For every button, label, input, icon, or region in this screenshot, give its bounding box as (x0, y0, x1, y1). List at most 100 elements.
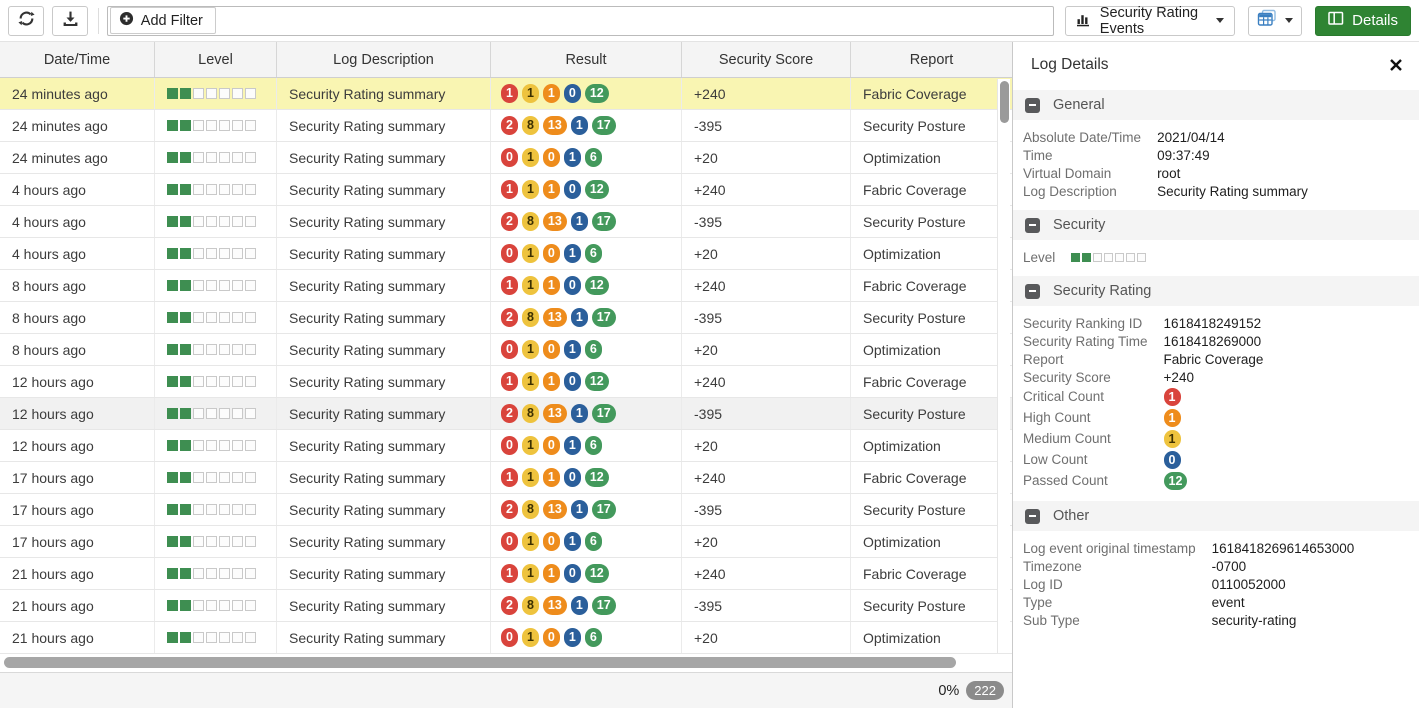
level-square (232, 376, 243, 387)
field-label: Timezone (1013, 557, 1212, 575)
field-value: 1618418269000 (1164, 332, 1264, 350)
table-row[interactable]: 17 hours agoSecurity Rating summary01016… (0, 526, 1012, 558)
level-square (206, 184, 217, 195)
critical-count-badge: 2 (501, 404, 518, 423)
horizontal-scrollbar-thumb[interactable] (4, 657, 956, 668)
cell-log-description: Security Rating summary (277, 142, 491, 173)
cell-log-description: Security Rating summary (277, 590, 491, 621)
close-icon[interactable] (1389, 58, 1403, 72)
table-row[interactable]: 8 hours agoSecurity Rating summary01016+… (0, 334, 1012, 366)
level-square (245, 184, 256, 195)
section-header-other[interactable]: Other (1013, 501, 1419, 531)
table-row[interactable]: 4 hours agoSecurity Rating summary111012… (0, 174, 1012, 206)
level-square (1126, 253, 1135, 262)
field-row: Low Count0 (1013, 449, 1263, 470)
level-square (1071, 253, 1080, 262)
cell-datetime: 24 minutes ago (0, 142, 155, 173)
table-row[interactable]: 24 minutes agoSecurity Rating summary010… (0, 142, 1012, 174)
cell-level (155, 494, 277, 525)
field-row: Virtual Domainroot (1013, 164, 1308, 182)
status-bar: 0% 222 (0, 672, 1012, 708)
table-row[interactable]: 8 hours agoSecurity Rating summary281311… (0, 302, 1012, 334)
layout-dropdown-button[interactable] (1248, 6, 1302, 36)
level-square (193, 536, 204, 547)
medium-count-badge: 1 (522, 84, 539, 103)
view-selector-button[interactable]: Security Rating Events (1065, 6, 1235, 36)
download-button[interactable] (52, 6, 88, 36)
collapse-icon (1025, 509, 1040, 524)
vertical-scrollbar[interactable] (997, 79, 1010, 653)
table-row[interactable]: 21 hours agoSecurity Rating summary28131… (0, 590, 1012, 622)
refresh-button[interactable] (8, 6, 44, 36)
table-row[interactable]: 4 hours agoSecurity Rating summary281311… (0, 206, 1012, 238)
horizontal-scrollbar[interactable] (0, 654, 1012, 672)
column-header-report[interactable]: Report (851, 42, 1012, 77)
table-row[interactable]: 12 hours agoSecurity Rating summary01016… (0, 430, 1012, 462)
section-header-security[interactable]: Security (1013, 210, 1419, 240)
cell-log-description: Security Rating summary (277, 366, 491, 397)
table-row[interactable]: 12 hours agoSecurity Rating summary11101… (0, 366, 1012, 398)
table-row[interactable]: 8 hours agoSecurity Rating summary111012… (0, 270, 1012, 302)
high-count-badge: 1 (543, 84, 560, 103)
table-row[interactable]: 17 hours agoSecurity Rating summary11101… (0, 462, 1012, 494)
cell-log-description: Security Rating summary (277, 398, 491, 429)
passed-count-badge: 17 (592, 212, 616, 231)
level-square (232, 184, 243, 195)
cell-security-score: +240 (682, 78, 851, 109)
level-square (206, 408, 217, 419)
cell-result: 01016 (491, 430, 682, 461)
record-count-badge: 222 (966, 681, 1004, 700)
collapse-icon (1025, 218, 1040, 233)
add-filter-button[interactable]: Add Filter (110, 7, 216, 34)
field-label: Log Description (1013, 182, 1157, 200)
details-button[interactable]: Details (1315, 6, 1411, 36)
chevron-down-icon (1216, 18, 1224, 23)
collapse-icon (1025, 98, 1040, 113)
column-header-date-time[interactable]: Date/Time (0, 42, 155, 77)
cell-level (155, 526, 277, 557)
field-row: Timezone-0700 (1013, 557, 1354, 575)
level-square (206, 248, 217, 259)
cell-result: 2813117 (491, 110, 682, 141)
passed-count-badge: 6 (585, 148, 602, 167)
column-header-level[interactable]: Level (155, 42, 277, 77)
critical-count-badge: 0 (501, 628, 518, 647)
cell-report: Security Posture (851, 494, 1012, 525)
level-square (245, 600, 256, 611)
level-square (232, 632, 243, 643)
level-indicator (167, 344, 258, 355)
level-square (219, 440, 230, 451)
table-row[interactable]: 21 hours agoSecurity Rating summary01016… (0, 622, 1012, 654)
view-selector-label: Security Rating Events (1100, 5, 1206, 37)
level-square (1137, 253, 1146, 262)
vertical-scrollbar-thumb[interactable] (1000, 81, 1009, 123)
column-header-security-score[interactable]: Security Score (682, 42, 851, 77)
level-square (245, 536, 256, 547)
table-row[interactable]: 12 hours agoSecurity Rating summary28131… (0, 398, 1012, 430)
section-header-general[interactable]: General (1013, 90, 1419, 120)
medium-count-badge: 1 (522, 532, 539, 551)
passed-count-badge: 12 (585, 276, 609, 295)
level-square (232, 440, 243, 451)
column-header-log-description[interactable]: Log Description (277, 42, 491, 77)
table-row[interactable]: 24 minutes agoSecurity Rating summary111… (0, 78, 1012, 110)
level-square (180, 248, 191, 259)
table-row[interactable]: 4 hours agoSecurity Rating summary01016+… (0, 238, 1012, 270)
table-row[interactable]: 24 minutes agoSecurity Rating summary281… (0, 110, 1012, 142)
level-indicator (167, 216, 258, 227)
table-row[interactable]: 17 hours agoSecurity Rating summary28131… (0, 494, 1012, 526)
low-count-badge: 1 (571, 116, 588, 135)
passed-count-badge: 6 (585, 340, 602, 359)
level-square (1104, 253, 1113, 262)
cell-result: 01016 (491, 238, 682, 269)
section-header-security-rating[interactable]: Security Rating (1013, 276, 1419, 306)
level-square (206, 312, 217, 323)
level-square (193, 248, 204, 259)
filter-bar[interactable]: Add Filter (107, 6, 1054, 36)
panel-sections: GeneralAbsolute Date/Time2021/04/14Time0… (1013, 90, 1419, 629)
level-square (245, 472, 256, 483)
table-row[interactable]: 21 hours agoSecurity Rating summary11101… (0, 558, 1012, 590)
high-count-badge: 1 (543, 372, 560, 391)
column-header-result[interactable]: Result (491, 42, 682, 77)
level-square (180, 88, 191, 99)
